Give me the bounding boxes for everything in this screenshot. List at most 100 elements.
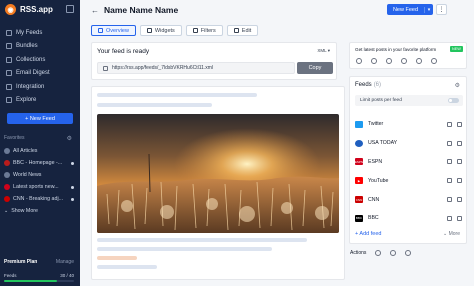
platform-6-icon[interactable]: [431, 58, 437, 64]
collapse-sidebar-icon[interactable]: [66, 5, 74, 13]
new-feed-button[interactable]: + New Feed: [7, 113, 73, 124]
add-feed-link[interactable]: + Add feed: [355, 231, 381, 237]
open-link-icon[interactable]: [447, 215, 452, 221]
nav-item-collections[interactable]: Collections: [4, 53, 78, 67]
nav-item-explore[interactable]: Explore: [4, 94, 78, 108]
format-select[interactable]: XML ▾: [317, 48, 330, 54]
favorite-label: CNN - Breaking adj...: [13, 196, 64, 202]
frost-sunset-photo: [97, 114, 339, 233]
nav-item-bundles[interactable]: Bundles: [4, 40, 78, 54]
limit-posts-toggle[interactable]: [448, 98, 459, 103]
nav-item-label: My Feeds: [16, 29, 43, 36]
favorites-settings-icon[interactable]: ⚙: [67, 135, 72, 142]
actions-bar: Actions: [350, 250, 412, 256]
feed-row[interactable]: ESPN ESPN: [355, 153, 463, 172]
sidebar: ◉ RSS.app My Feeds Bundles Collections E…: [0, 0, 80, 286]
feed-row[interactable]: Twitter: [355, 115, 463, 134]
skeleton-line: [97, 247, 272, 251]
promo-text: Get latest posts in your favorite platfo…: [355, 47, 437, 52]
favorite-label: BBC - Homepage -...: [13, 160, 63, 166]
favorite-item[interactable]: CNN - Breaking adj...: [4, 193, 78, 205]
more-options-icon[interactable]: ⋮: [436, 4, 447, 15]
platform-3-icon[interactable]: [386, 58, 392, 64]
feeds-icon: [6, 29, 12, 36]
open-link-icon[interactable]: [447, 159, 452, 165]
feed-row[interactable]: ▶ YouTube: [355, 171, 463, 190]
tab-edit[interactable]: Edit: [226, 25, 259, 36]
feed-row[interactable]: BBC BBC: [355, 209, 463, 228]
feed-url-text: https://rss.app/feeds/_7ldsbVKRHu6Ctl11.…: [112, 65, 214, 71]
plan-usage-bar: [4, 280, 74, 282]
settings-icon[interactable]: [390, 250, 397, 256]
favorite-label: World News: [13, 172, 42, 178]
favorite-item[interactable]: Latest sports new...: [4, 181, 78, 193]
tab-bar: Overview Widgets Filters Edit: [91, 25, 259, 36]
delete-icon[interactable]: [457, 140, 462, 146]
tab-label: Filters: [200, 27, 216, 34]
trash-icon[interactable]: [405, 250, 412, 256]
delete-icon[interactable]: [457, 215, 462, 221]
skeleton-line: [97, 238, 307, 242]
favorite-item[interactable]: World News: [4, 169, 78, 181]
unread-dot-icon: [71, 161, 74, 165]
tab-label: Overview: [106, 27, 129, 34]
platform-4-icon[interactable]: [401, 58, 407, 64]
platform-5-icon[interactable]: [416, 58, 422, 64]
copy-link-icon: [103, 65, 108, 71]
feed-icon: [4, 172, 10, 178]
integrations-promo[interactable]: Get latest posts in your favorite platfo…: [349, 42, 467, 69]
favorite-item[interactable]: All Articles: [4, 145, 78, 157]
manage-plan-link[interactable]: Manage: [56, 259, 74, 265]
delete-icon[interactable]: [457, 121, 462, 127]
show-more-link[interactable]: ⌄ Show More: [4, 205, 78, 217]
platform-icons: [356, 58, 437, 64]
actions-label: Actions: [350, 250, 367, 256]
tab-filters[interactable]: Filters: [185, 25, 223, 36]
limit-posts-label: Limit posts per feed: [360, 98, 402, 103]
nav-item-integration[interactable]: Integration: [4, 80, 78, 94]
feeds-list: Twitter USA TODAY ESPN ESPN ▶ YouTube CN…: [355, 115, 463, 228]
tab-widgets[interactable]: Widgets: [139, 25, 182, 36]
feed-row[interactable]: USA TODAY: [355, 134, 463, 153]
preview-image: [97, 114, 339, 233]
chevron-down-icon: ⌄: [4, 208, 9, 214]
feed-icon: [4, 196, 10, 202]
favorite-star-icon[interactable]: [375, 250, 382, 256]
open-link-icon[interactable]: [447, 178, 452, 184]
feed-name: YouTube: [368, 177, 389, 184]
open-link-icon[interactable]: [447, 197, 452, 203]
chevron-down-icon[interactable]: ▾: [424, 6, 433, 13]
copy-button[interactable]: Copy: [297, 62, 333, 74]
delete-icon[interactable]: [457, 197, 462, 203]
new-feed-dropdown-button[interactable]: New Feed ▾: [387, 4, 433, 15]
feed-name: CNN: [368, 196, 380, 203]
feed-name: Twitter: [368, 121, 384, 128]
feed-url-field[interactable]: https://rss.app/feeds/_7ldsbVKRHu6Ctl11.…: [97, 62, 295, 74]
platform-1-icon[interactable]: [356, 58, 362, 64]
open-link-icon[interactable]: [447, 121, 452, 127]
nav-item-label: Collections: [16, 56, 46, 63]
skeleton-line: [97, 265, 157, 269]
feed-row[interactable]: CNN CNN: [355, 190, 463, 209]
integration-icon: [6, 83, 12, 90]
platform-2-icon[interactable]: [371, 58, 377, 64]
favorite-item[interactable]: BBC - Homepage -...: [4, 157, 78, 169]
collections-icon: [6, 56, 12, 63]
unread-dot-icon: [71, 185, 74, 189]
skeleton-line: [97, 93, 257, 97]
open-link-icon[interactable]: [447, 140, 452, 146]
delete-icon[interactable]: [457, 178, 462, 184]
tab-overview[interactable]: Overview: [91, 25, 136, 36]
feed-icon: [4, 184, 10, 190]
delete-icon[interactable]: [457, 159, 462, 165]
youtube-logo-icon: ▶: [355, 177, 363, 185]
back-arrow-icon[interactable]: ←: [91, 6, 99, 15]
new-feed-label: New Feed: [392, 6, 419, 13]
feeds-settings-icon[interactable]: ⚙: [455, 82, 460, 89]
more-feeds-link[interactable]: ⌄ More: [443, 231, 460, 237]
nav-item-email-digest[interactable]: Email Digest: [4, 67, 78, 81]
widgets-icon: [146, 28, 152, 33]
plan-feeds-usage: 30 / 40: [60, 273, 74, 278]
brand[interactable]: ◉ RSS.app: [5, 4, 53, 15]
nav-item-my-feeds[interactable]: My Feeds: [4, 26, 78, 40]
